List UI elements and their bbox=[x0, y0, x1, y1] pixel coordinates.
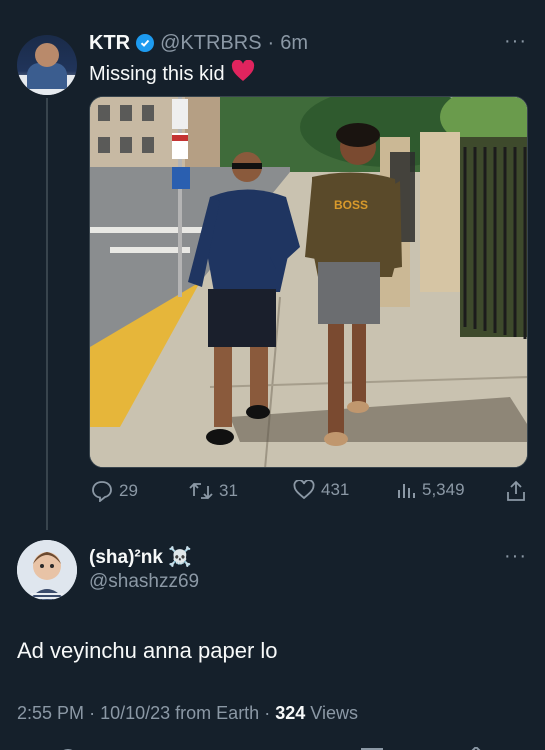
reply-author-name-text: (sha)²nk ☠️ bbox=[89, 547, 192, 568]
reply-more-options-icon[interactable]: ··· bbox=[504, 545, 527, 568]
reply-date[interactable]: 10/10/23 bbox=[100, 703, 170, 723]
reply-views-label[interactable]: Views bbox=[310, 703, 358, 723]
tweet-actions-bar: 29 31 431 5,349 bbox=[89, 478, 529, 506]
verified-badge-icon bbox=[136, 34, 155, 52]
thread-connector-line bbox=[46, 98, 48, 530]
views-button[interactable]: 5,349 bbox=[396, 480, 465, 500]
reply-count: 29 bbox=[119, 481, 138, 500]
bottom-action-bar-peek bbox=[0, 742, 545, 750]
reply-avatar[interactable] bbox=[17, 540, 77, 600]
meta-separator-2: · bbox=[264, 703, 271, 723]
like-button[interactable]: 431 bbox=[293, 480, 349, 500]
reply-author-handle[interactable]: @shashzz69 bbox=[89, 571, 199, 593]
reply-icon bbox=[92, 481, 112, 502]
tweet-header: KTR @KTRBRS · 6m bbox=[89, 31, 308, 55]
reply-view-count: 324 bbox=[275, 703, 306, 723]
views-chart-icon bbox=[398, 484, 415, 498]
separator-dot: · bbox=[267, 31, 275, 54]
reply-metadata: 2:55 PM · 10/10/23 from Earth · 324 View… bbox=[17, 703, 358, 724]
reply-source: from Earth bbox=[175, 703, 260, 723]
share-icon bbox=[507, 480, 525, 501]
tweet-text: Missing this kid bbox=[89, 59, 255, 88]
like-count: 431 bbox=[321, 480, 350, 499]
share-button[interactable] bbox=[505, 480, 527, 502]
tweet-photo[interactable]: BOSS bbox=[89, 96, 528, 468]
author-handle[interactable]: @KTRBRS bbox=[160, 32, 261, 55]
timestamp[interactable]: 6m bbox=[280, 32, 308, 55]
reply-button[interactable]: 29 bbox=[91, 480, 138, 502]
like-heart-icon bbox=[293, 480, 315, 500]
reply-text: Ad veyinchu anna paper lo bbox=[17, 638, 278, 663]
tweet-text-content: Missing this kid bbox=[89, 62, 225, 85]
more-options-icon[interactable]: ··· bbox=[504, 30, 527, 53]
retweet-count: 31 bbox=[219, 481, 238, 500]
author-name[interactable]: KTR bbox=[89, 32, 130, 55]
heart-emoji-icon bbox=[231, 59, 255, 88]
reply-time[interactable]: 2:55 PM bbox=[17, 703, 84, 723]
view-count: 5,349 bbox=[422, 480, 465, 499]
reply-author-name[interactable]: (sha)²nk ☠️ bbox=[89, 545, 192, 569]
photo-scene: BOSS bbox=[90, 97, 527, 467]
avatar[interactable] bbox=[17, 35, 77, 95]
retweet-icon bbox=[189, 482, 213, 500]
retweet-button[interactable]: 31 bbox=[189, 480, 238, 502]
meta-separator-1: · bbox=[89, 703, 96, 723]
shirt-logo-text: BOSS bbox=[334, 198, 368, 212]
